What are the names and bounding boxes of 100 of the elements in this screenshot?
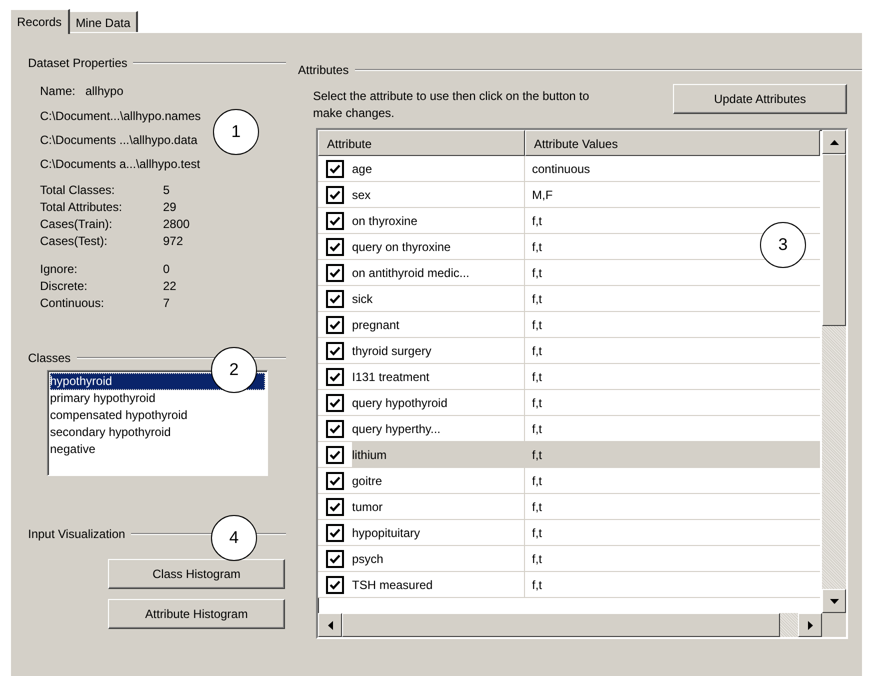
attribute-values: f,t (532, 266, 542, 280)
checkbox[interactable] (326, 472, 344, 490)
attribute-name: query hypothyroid (352, 395, 448, 412)
scroll-right-button[interactable] (798, 613, 822, 637)
scrollbar-corner (822, 613, 846, 637)
checkmark-icon (329, 422, 341, 434)
stat-label: Total Attributes: (40, 199, 124, 216)
table-row[interactable]: query hyperthy... f,t (318, 416, 820, 442)
attribute-values: f,t (532, 396, 542, 410)
right-arrow-icon (808, 620, 812, 630)
table-row[interactable]: hypopituitary f,t (318, 520, 820, 546)
left-arrow-icon (328, 620, 332, 630)
group-title: Classes (28, 350, 71, 367)
group-title: Dataset Properties (28, 55, 128, 72)
attribute-values: f,t (532, 292, 542, 306)
table-row[interactable]: thyroid surgery f,t (318, 338, 820, 364)
class-item[interactable]: primary hypothyroid (50, 390, 265, 407)
attribute-values: f,t (532, 318, 542, 332)
class-item[interactable]: compensated hypothyroid (50, 407, 265, 424)
attribute-name: thyroid surgery (352, 343, 432, 360)
table-row[interactable]: TSH measured f,t (318, 572, 820, 598)
attribute-values: f,t (532, 240, 542, 254)
checkmark-icon (329, 292, 341, 304)
selected-row[interactable]: lithium f,t (318, 442, 820, 468)
stat-value: 5 (163, 182, 170, 199)
table-row[interactable]: on thyroxine f,t (318, 208, 820, 234)
scroll-thumb[interactable] (822, 154, 846, 326)
stat-label: Discrete: (40, 278, 88, 295)
checkbox[interactable] (326, 394, 344, 412)
column-header[interactable]: Attribute (318, 130, 525, 156)
checkbox[interactable] (326, 368, 344, 386)
checkbox[interactable] (326, 264, 344, 282)
attribute-name: on antithyroid medic... (352, 265, 470, 282)
stat-value: 29 (163, 199, 176, 216)
checkbox[interactable] (326, 576, 344, 594)
checkbox[interactable] (326, 446, 344, 464)
attribute-name: query hyperthy... (352, 421, 442, 438)
class-item[interactable]: negative (50, 441, 265, 458)
stat-value: 0 (163, 261, 170, 278)
histogram-button[interactable]: Class Histogram (108, 559, 285, 589)
attribute-name: I131 treatment (352, 369, 430, 386)
attribute-values: f,t (532, 500, 542, 514)
update-attributes-button[interactable]: Update Attributes (673, 84, 847, 114)
table-row[interactable]: sick f,t (318, 286, 820, 312)
scroll-down-button[interactable] (822, 589, 846, 613)
name-label: Name: (40, 83, 76, 100)
attribute-values: f,t (532, 214, 542, 228)
attribute-name: TSH measured (352, 577, 434, 594)
vertical-scrollbar[interactable] (822, 130, 846, 613)
checkbox[interactable] (326, 524, 344, 542)
checkbox[interactable] (326, 212, 344, 230)
file-path: C:\Document...\allhypo.names (40, 109, 201, 123)
checkbox[interactable] (326, 316, 344, 334)
checkmark-icon (329, 578, 341, 590)
attribute-name: tumor (352, 499, 384, 516)
histogram-button[interactable]: Attribute Histogram (108, 599, 285, 629)
tab[interactable]: Records (10, 9, 70, 34)
attribute-values: f,t (532, 474, 542, 488)
stat-value: 7 (163, 295, 170, 312)
checkbox[interactable] (326, 290, 344, 308)
attribute-values: f,t (532, 344, 542, 358)
table-row[interactable]: on antithyroid medic... f,t (318, 260, 820, 286)
checkmark-icon (329, 318, 341, 330)
table-row[interactable]: pregnant f,t (318, 312, 820, 338)
checkbox[interactable] (326, 550, 344, 568)
checkmark-icon (329, 240, 341, 252)
table-row[interactable]: age continuous (318, 156, 820, 182)
attribute-name: lithium (352, 442, 524, 467)
checkbox[interactable] (326, 160, 344, 178)
tab[interactable]: Mine Data (70, 11, 138, 33)
class-item[interactable]: secondary hypothyroid (50, 424, 265, 441)
file-path: C:\Documents a...\allhypo.test (40, 157, 200, 171)
checkbox[interactable] (326, 420, 344, 438)
table-row[interactable]: I131 treatment f,t (318, 364, 820, 390)
stat-label: Cases(Train): (40, 216, 114, 233)
checkmark-icon (329, 500, 341, 512)
down-arrow-icon (830, 598, 838, 604)
name-value: allhypo (85, 83, 124, 100)
checkbox[interactable] (326, 186, 344, 204)
checkbox[interactable] (326, 238, 344, 256)
attribute-name: sick (352, 291, 374, 308)
attribute-name: age (352, 161, 374, 178)
table-row[interactable]: tumor f,t (318, 494, 820, 520)
scroll-up-button[interactable] (822, 130, 846, 154)
scroll-left-button[interactable] (318, 613, 342, 637)
checkbox[interactable] (326, 342, 344, 360)
stat-label: Cases(Test): (40, 233, 108, 250)
checkmark-icon (329, 448, 341, 460)
checkbox[interactable] (326, 498, 344, 516)
attribute-values: f,t (532, 552, 542, 566)
table-row[interactable]: psych f,t (318, 546, 820, 572)
attribute-values: continuous (532, 162, 590, 176)
table-row[interactable]: query hypothyroid f,t (318, 390, 820, 416)
attribute-values: M,F (532, 188, 553, 202)
table-row[interactable]: goitre f,t (318, 468, 820, 494)
column-header[interactable]: Attribute Values (525, 130, 820, 156)
table-row[interactable]: sex M,F (318, 182, 820, 208)
attribute-values: f,t (532, 448, 542, 462)
stat-label: Ignore: (40, 261, 78, 278)
checkmark-icon (329, 552, 341, 564)
